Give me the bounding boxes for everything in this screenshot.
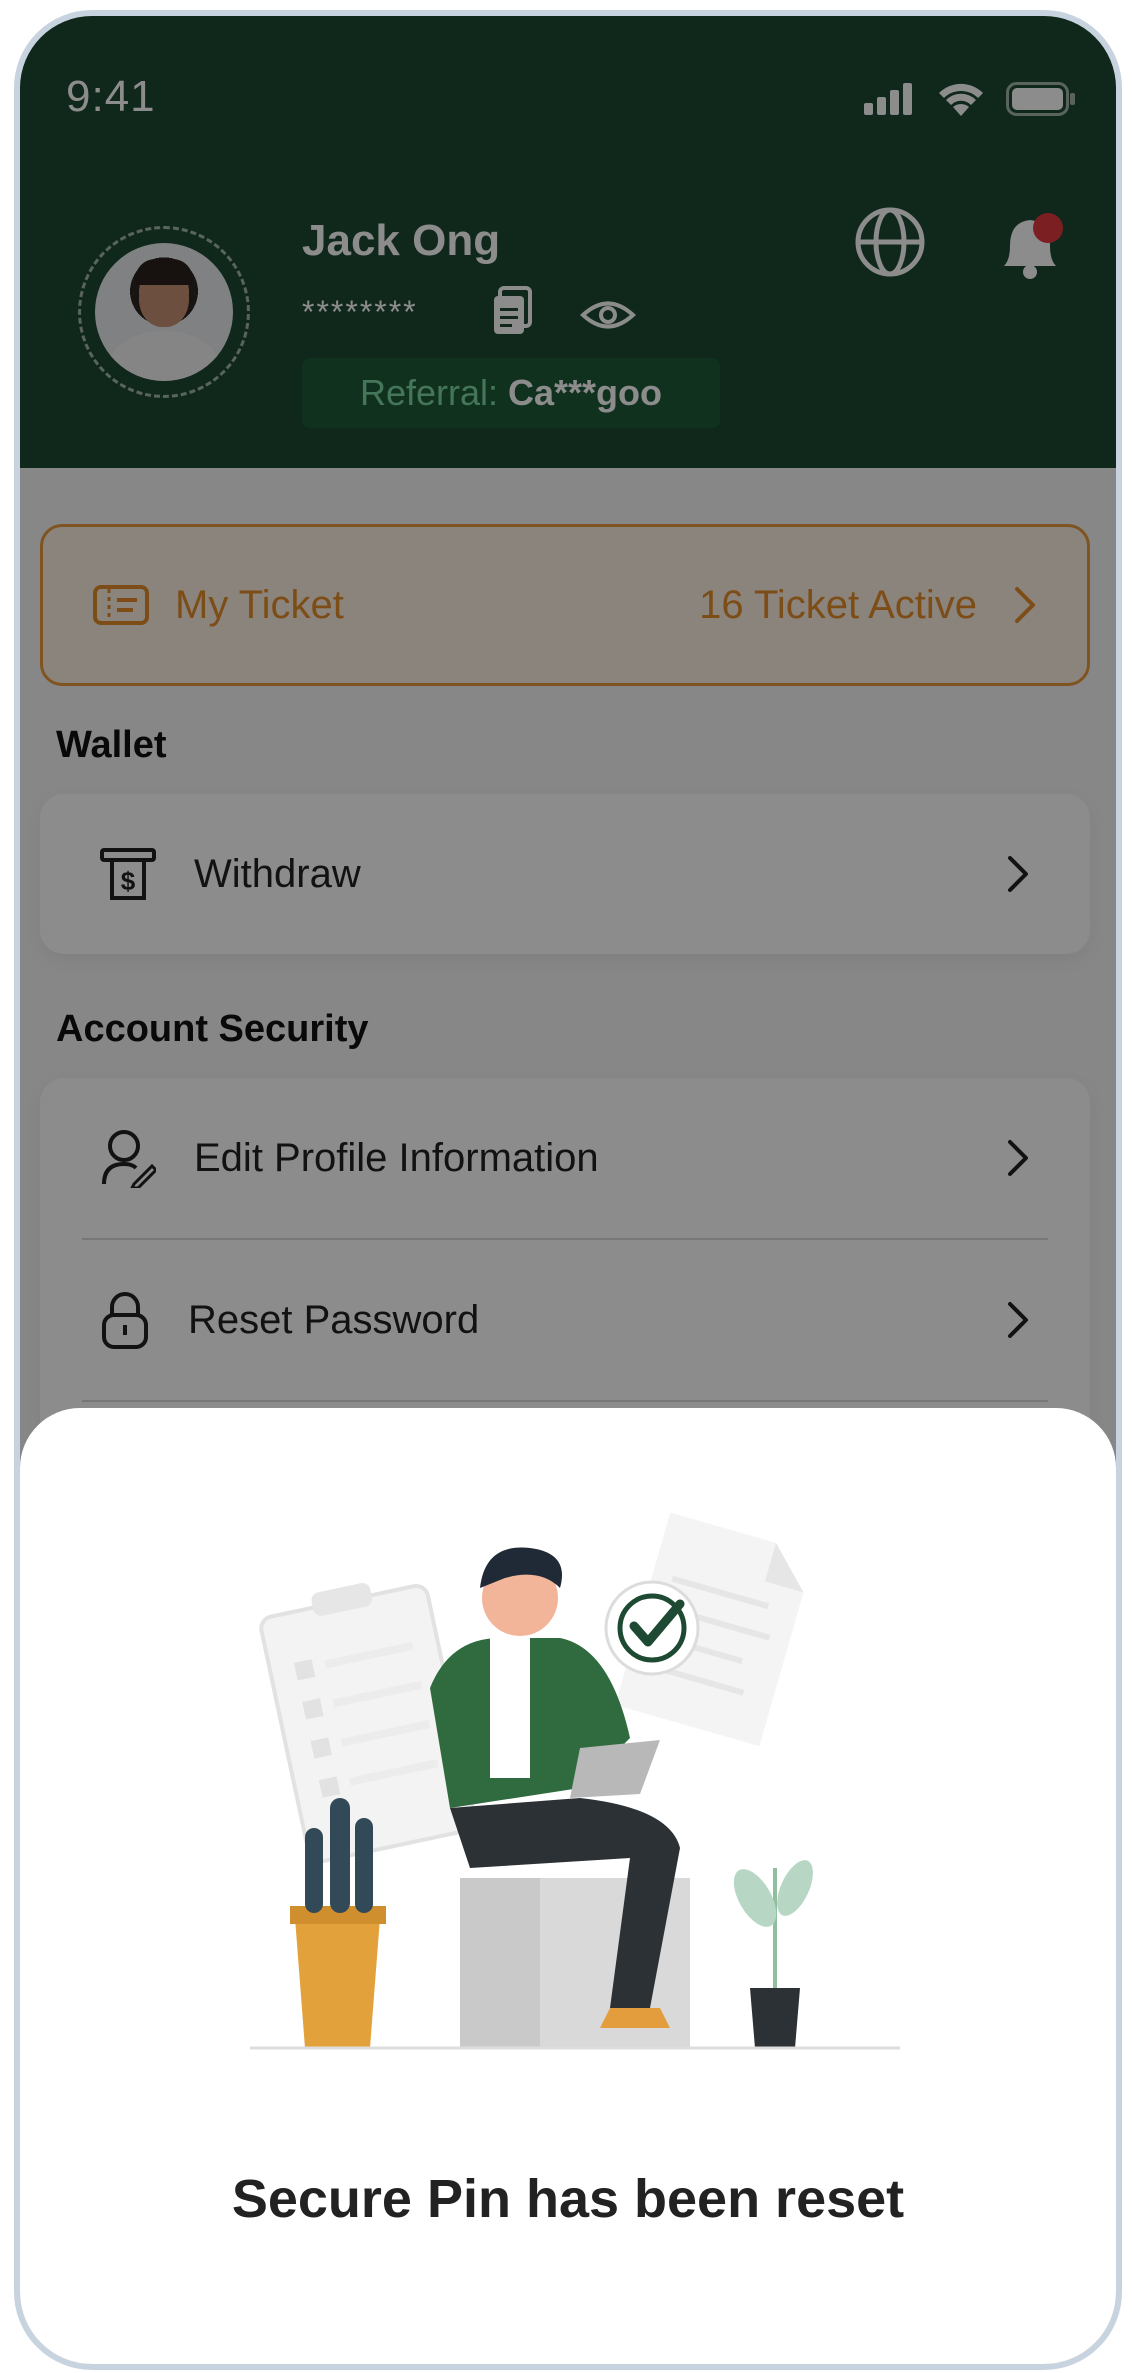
sheet-title: Secure Pin has been reset (231, 2169, 905, 2229)
success-bottom-sheet: Secure Pin has been reset (20, 1408, 1116, 2364)
pin-reset-illustration (250, 1512, 900, 2050)
phone-frame: 9:41 Jack Ong ******** Referral: Ca***go… (14, 10, 1122, 2370)
